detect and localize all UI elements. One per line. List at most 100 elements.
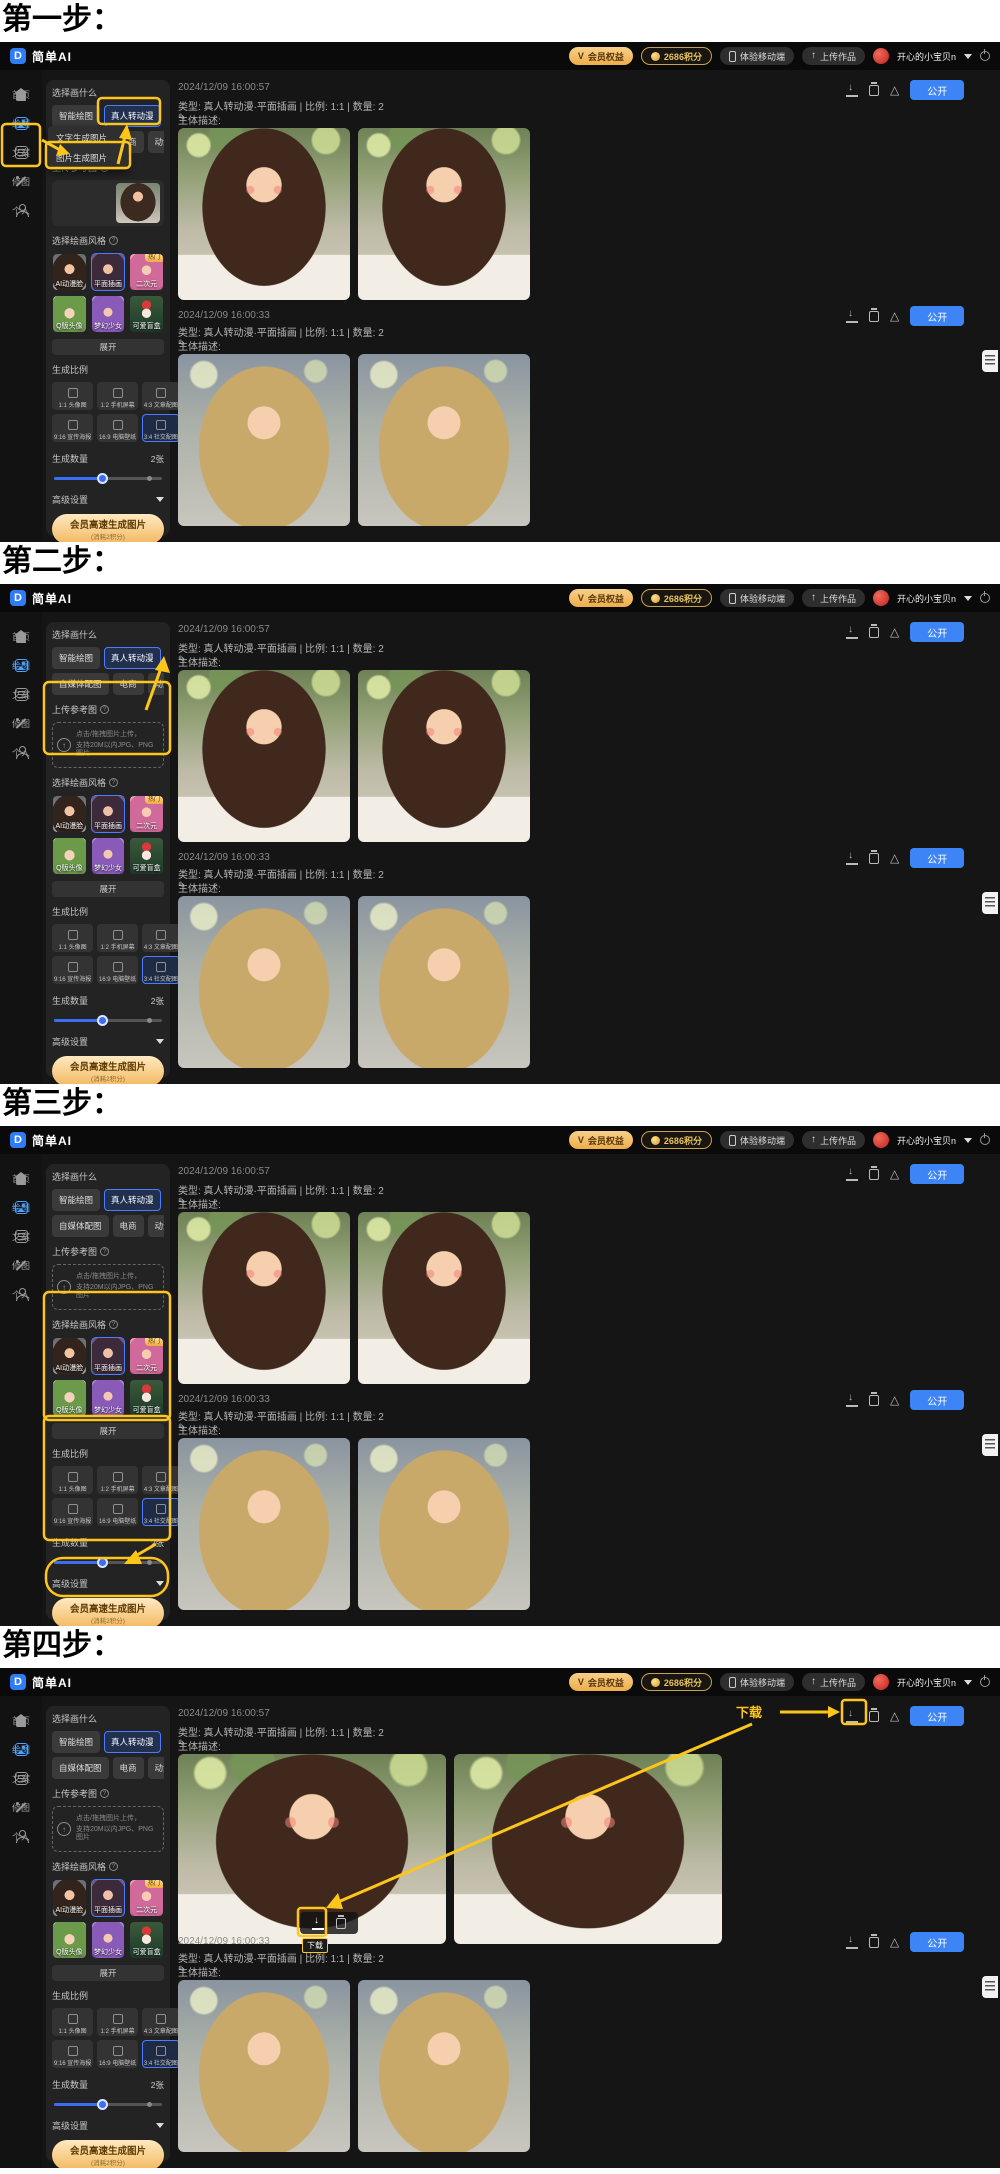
upload-dropzone[interactable]: ↑ 点击/拖拽图片上传， 支持20M以内JPG、PNG图片: [52, 1264, 164, 1310]
warning-triangle-icon[interactable]: △: [890, 1168, 899, 1181]
count-slider[interactable]: [52, 2099, 164, 2109]
publish-button[interactable]: 公开: [910, 622, 964, 642]
app-logo-icon[interactable]: D: [10, 1674, 26, 1690]
advanced-settings-toggle[interactable]: 高级设置: [52, 1035, 164, 1048]
ratio-option[interactable]: 9:16 宣传海报: [52, 956, 93, 984]
trash-icon[interactable]: [869, 1711, 879, 1722]
generate-button[interactable]: 会员高速生成图片 (消耗2积分): [52, 1598, 164, 1626]
ratio-option[interactable]: 3:4 社交配图: [142, 2040, 180, 2068]
style-card[interactable]: AI动漫脸: [52, 253, 87, 291]
warning-triangle-icon[interactable]: △: [890, 310, 899, 323]
style-card[interactable]: AI动漫脸: [52, 1879, 87, 1917]
ratio-option[interactable]: 4:3 文章配图: [142, 382, 180, 410]
count-slider[interactable]: [52, 1015, 164, 1025]
ratio-option[interactable]: 16:9 电脑壁纸: [97, 1498, 138, 1526]
style-card[interactable]: 可爱盲盒: [129, 837, 164, 875]
generated-image[interactable]: [358, 896, 530, 1068]
upload-work-button[interactable]: ↑ 上传作品: [802, 1673, 865, 1691]
style-card[interactable]: 梦幻少女: [91, 1379, 126, 1417]
category-tab[interactable]: 智能绘图: [52, 1189, 100, 1211]
style-card[interactable]: Q版头像: [52, 1921, 87, 1959]
generate-button[interactable]: 会员高速生成图片 (消耗2积分): [52, 514, 164, 542]
member-benefits-button[interactable]: V 会员权益: [569, 47, 633, 65]
trash-icon[interactable]: [869, 1169, 879, 1180]
sidebar-nav-item[interactable]: 绘图: [0, 113, 42, 134]
power-icon[interactable]: [980, 1677, 990, 1687]
style-card[interactable]: 可爱盲盒: [129, 1921, 164, 1959]
generated-image[interactable]: [358, 1212, 530, 1384]
style-card[interactable]: AI动漫脸: [52, 795, 87, 833]
chevron-down-icon[interactable]: [964, 54, 972, 59]
warning-triangle-icon[interactable]: △: [890, 852, 899, 865]
download-icon[interactable]: [846, 852, 858, 865]
count-slider[interactable]: [52, 1557, 164, 1567]
upload-dropzone[interactable]: ↑ 点击/拖拽图片上传， 支持20M以内JPG、PNG图片: [52, 1806, 164, 1852]
mobile-app-button[interactable]: 体验移动端: [720, 589, 794, 607]
style-card[interactable]: 梦幻少女: [91, 1921, 126, 1959]
style-card[interactable]: AI动漫脸: [52, 1337, 87, 1375]
sidebar-nav-item[interactable]: 文案: [0, 684, 42, 705]
upload-work-button[interactable]: ↑ 上传作品: [802, 589, 865, 607]
ratio-option[interactable]: 3:4 社交配图: [142, 1498, 180, 1526]
publish-button[interactable]: 公开: [910, 1706, 964, 1726]
slider-knob[interactable]: [97, 2099, 108, 2110]
category-tab[interactable]: 真人转动漫: [104, 105, 161, 127]
ratio-option[interactable]: 1:2 手机屏幕: [97, 1466, 138, 1494]
upload-work-button[interactable]: ↑ 上传作品: [802, 47, 865, 65]
publish-button[interactable]: 公开: [910, 848, 964, 868]
ratio-option[interactable]: 9:16 宣传海报: [52, 1498, 93, 1526]
generate-button[interactable]: 会员高速生成图片 (消耗2积分): [52, 2140, 164, 2168]
reference-photo-thumbnail[interactable]: [116, 183, 160, 223]
style-card[interactable]: 梦幻少女: [91, 837, 126, 875]
feedback-float-button[interactable]: [982, 1434, 998, 1456]
member-benefits-button[interactable]: V 会员权益: [569, 1673, 633, 1691]
ratio-option[interactable]: 16:9 电脑壁纸: [97, 956, 138, 984]
ratio-option[interactable]: 1:2 手机屏幕: [97, 2008, 138, 2036]
feedback-float-button[interactable]: [982, 350, 998, 372]
category-tab[interactable]: 动漫转真人: [148, 673, 164, 695]
sidebar-nav-item[interactable]: 个人: [0, 200, 42, 221]
style-card[interactable]: 热门 二次元: [129, 253, 164, 291]
sidebar-nav-item[interactable]: 文案: [0, 1226, 42, 1247]
generated-image[interactable]: [178, 1438, 350, 1610]
points-badge[interactable]: 2686积分: [641, 1673, 712, 1691]
trash-icon[interactable]: [869, 853, 879, 864]
publish-button[interactable]: 公开: [910, 80, 964, 100]
points-badge[interactable]: 2686积分: [641, 589, 712, 607]
publish-button[interactable]: 公开: [910, 306, 964, 326]
points-badge[interactable]: 2686积分: [641, 1131, 712, 1149]
ratio-option[interactable]: 1:1 头像图: [52, 1466, 93, 1494]
app-logo-icon[interactable]: D: [10, 590, 26, 606]
user-avatar[interactable]: [873, 1132, 889, 1148]
download-icon[interactable]: [846, 1710, 858, 1723]
sidebar-nav-item[interactable]: 首页: [0, 1168, 42, 1189]
style-card[interactable]: Q版头像: [52, 295, 87, 333]
feedback-float-button[interactable]: [982, 1976, 998, 1998]
warning-triangle-icon[interactable]: △: [890, 1936, 899, 1949]
menu-item-text-to-image[interactable]: 文字生成图片: [48, 128, 128, 148]
download-icon[interactable]: [846, 84, 858, 97]
ratio-option[interactable]: 9:16 宣传海报: [52, 414, 93, 442]
advanced-settings-toggle[interactable]: 高级设置: [52, 2119, 164, 2132]
points-badge[interactable]: 2686积分: [641, 47, 712, 65]
publish-button[interactable]: 公开: [910, 1164, 964, 1184]
style-card[interactable]: 平面插画: [91, 1337, 126, 1375]
trash-icon[interactable]: [869, 627, 879, 638]
category-tab[interactable]: 真人转动漫: [104, 1189, 161, 1211]
category-tab[interactable]: 智能绘图: [52, 105, 100, 127]
generated-image[interactable]: [358, 128, 530, 300]
generated-image[interactable]: [358, 354, 530, 526]
download-icon[interactable]: [846, 1936, 858, 1949]
category-tab[interactable]: 电商: [113, 1757, 144, 1779]
chevron-down-icon[interactable]: [964, 1680, 972, 1685]
ratio-option[interactable]: 1:1 头像图: [52, 382, 93, 410]
category-tab[interactable]: 动漫转真人: [148, 131, 164, 153]
uploaded-reference-box[interactable]: [52, 180, 164, 226]
power-icon[interactable]: [980, 1135, 990, 1145]
ratio-option[interactable]: 16:9 电脑壁纸: [97, 414, 138, 442]
sidebar-nav-item[interactable]: 修图: [0, 171, 42, 192]
power-icon[interactable]: [980, 593, 990, 603]
warning-triangle-icon[interactable]: △: [890, 1394, 899, 1407]
sidebar-nav-item[interactable]: 首页: [0, 626, 42, 647]
style-card[interactable]: 热门 二次元: [129, 1879, 164, 1917]
